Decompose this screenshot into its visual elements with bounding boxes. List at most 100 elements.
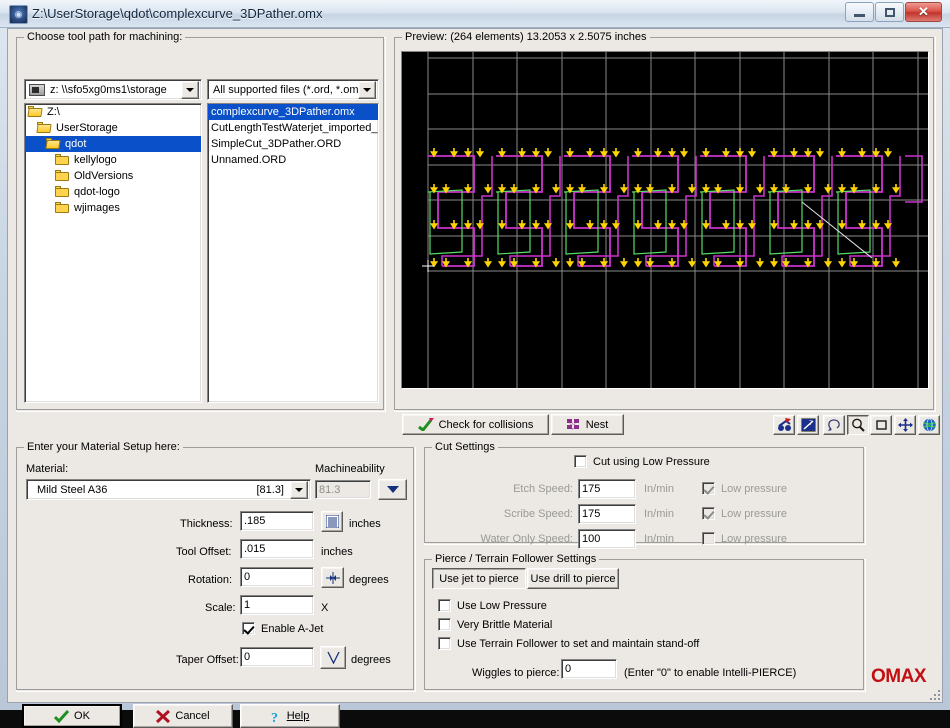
maximize-button[interactable]	[875, 2, 904, 22]
cut-row-label: Water Only Speed:	[8, 533, 573, 545]
wiggles-field[interactable]: 0	[561, 659, 617, 679]
cut-row-value[interactable]: 175	[578, 479, 636, 499]
nest-icon: ☼	[567, 418, 581, 431]
low-pressure-checkbox[interactable]	[702, 532, 715, 545]
cut-row-low-pressure[interactable]: Low pressure	[702, 482, 787, 495]
pierce-check-label: Use Terrain Follower to set and maintain…	[457, 638, 699, 650]
use-jet-to-pierce-button[interactable]: Use jet to pierce	[432, 568, 526, 589]
low-pressure-checkbox[interactable]	[702, 482, 715, 495]
chevron-down-icon[interactable]	[181, 81, 199, 99]
zoom-window-icon	[874, 418, 889, 432]
enable-ajet-label: Enable A-Jet	[261, 623, 323, 635]
material-label: Material:	[26, 463, 68, 475]
rotation-field[interactable]: 0	[240, 567, 314, 587]
folder-icon	[55, 170, 70, 182]
tree-item-label: qdot	[65, 136, 86, 152]
align-rotate-icon	[326, 572, 340, 584]
enable-ajet-row[interactable]: Enable A-Jet	[242, 622, 323, 635]
tree-item-z[interactable]: Z:\	[25, 104, 201, 120]
taper-offset-units: degrees	[351, 654, 391, 666]
drive-combo[interactable]: z: \\sfo5xg0ms1\storage	[24, 79, 202, 100]
chevron-down-icon[interactable]	[358, 81, 376, 99]
file-list[interactable]: complexcurve_3DPather.omxCutLengthTestWa…	[207, 103, 379, 403]
tree-item-label: qdot-logo	[74, 184, 120, 200]
tree-item-label: UserStorage	[56, 120, 118, 136]
application-window: ◉ Z:\UserStorage\qdot\complexcurve_3DPat…	[0, 0, 950, 710]
tree-item-oldversions[interactable]: OldVersions	[25, 168, 201, 184]
cut-row-label: Etch Speed:	[8, 483, 573, 495]
close-button[interactable]: ✕	[905, 2, 942, 22]
tree-item-kellylogo[interactable]: kellylogo	[25, 152, 201, 168]
taper-v-button[interactable]	[320, 646, 346, 669]
pierce-check-row[interactable]: Use Low Pressure	[438, 599, 547, 612]
preview-canvas[interactable]	[401, 51, 929, 389]
folder-icon	[46, 138, 61, 150]
minimize-button[interactable]	[845, 2, 874, 22]
folder-icon	[55, 202, 70, 214]
omax-app-icon: ◉	[9, 5, 28, 24]
zoom-window-icon-button[interactable]	[870, 415, 892, 435]
list-item[interactable]: complexcurve_3DPather.omx	[208, 104, 378, 120]
use-drill-to-pierce-button[interactable]: Use drill to pierce	[527, 568, 619, 589]
scale-field[interactable]: 1	[240, 595, 314, 615]
globe-view-icon-button[interactable]	[918, 415, 940, 435]
cut-row-low-pressure[interactable]: Low pressure	[702, 507, 787, 520]
cut-row-value[interactable]: 175	[578, 504, 636, 524]
cut-low-pressure-checkbox[interactable]	[574, 455, 587, 468]
pan-icon-button[interactable]	[894, 415, 916, 435]
pierce-checkbox[interactable]	[438, 599, 451, 612]
check-icon	[54, 710, 69, 723]
taper-offset-field[interactable]: 0	[240, 647, 314, 667]
pan-icon	[898, 418, 913, 432]
quality-icon-button[interactable]: 7	[797, 415, 819, 435]
zoom-icon	[851, 418, 866, 432]
check-collisions-button[interactable]: Check for collisions	[402, 414, 549, 435]
tree-item-qdotlogo[interactable]: qdot-logo	[25, 184, 201, 200]
nest-button[interactable]: ☼ Nest	[551, 414, 624, 435]
tree-item-userstorage[interactable]: UserStorage	[25, 120, 201, 136]
pierce-check-row[interactable]: Very Brittle Material	[438, 618, 552, 631]
pierce-checkbox[interactable]	[438, 618, 451, 631]
help-button[interactable]: ? Help	[240, 704, 340, 728]
check-collisions-label: Check for collisions	[439, 419, 534, 431]
cut-low-pressure-row[interactable]: Cut using Low Pressure	[574, 455, 710, 468]
low-pressure-label: Low pressure	[721, 483, 787, 495]
material-group-title: Enter your Material Setup here:	[24, 441, 183, 453]
zoom-icon-button[interactable]	[847, 415, 869, 435]
cancel-label: Cancel	[175, 710, 209, 722]
tree-item-qdot[interactable]: qdot	[25, 136, 201, 152]
list-item[interactable]: SimpleCut_3DPather.ORD	[208, 136, 378, 152]
ok-button[interactable]: OK	[22, 704, 122, 728]
pierce-checkbox[interactable]	[438, 637, 451, 650]
pierce-settings-title: Pierce / Terrain Follower Settings	[432, 553, 599, 565]
tree-item-wjimages[interactable]: wjimages	[25, 200, 201, 216]
scale-label: Scale:	[205, 602, 236, 614]
lasso-select-icon-button[interactable]	[823, 415, 845, 435]
folder-tree[interactable]: Z:\UserStorageqdotkellylogoOldVersionsqd…	[24, 103, 202, 403]
cleanup-icon-button[interactable]	[773, 415, 795, 435]
enable-ajet-checkbox[interactable]	[242, 622, 255, 635]
taper-v-icon	[326, 651, 341, 664]
tool-offset-units: inches	[321, 546, 353, 558]
tree-item-label: OldVersions	[74, 168, 133, 184]
tree-item-label: kellylogo	[74, 152, 117, 168]
list-item[interactable]: Unnamed.ORD	[208, 152, 378, 168]
cut-row-value[interactable]: 100	[578, 529, 636, 549]
toolpath-group-title: Choose tool path for machining:	[24, 31, 185, 43]
drive-combo-value: z: \\sfo5xg0ms1\storage	[45, 84, 181, 96]
wiggles-hint: (Enter "0" to enable Intelli-PIERCE)	[624, 667, 796, 679]
cancel-button[interactable]: Cancel	[133, 704, 233, 728]
low-pressure-checkbox[interactable]	[702, 507, 715, 520]
tree-item-label: Z:\	[47, 104, 60, 120]
align-rotate-button[interactable]	[321, 567, 344, 588]
pierce-check-row[interactable]: Use Terrain Follower to set and maintain…	[438, 637, 699, 650]
title-bar: ◉ Z:\UserStorage\qdot\complexcurve_3DPat…	[0, 0, 950, 28]
resize-grip[interactable]	[926, 686, 940, 700]
quality-icon: 7	[801, 418, 816, 432]
cut-settings-title: Cut Settings	[432, 441, 498, 453]
file-filter-combo[interactable]: All supported files (*.ord, *.omx)	[207, 79, 379, 100]
list-item[interactable]: CutLengthTestWaterjet_imported_ai.	[208, 120, 378, 136]
window-title: Z:\UserStorage\qdot\complexcurve_3DPathe…	[32, 4, 322, 23]
nest-label: Nest	[586, 419, 609, 431]
cut-row-low-pressure[interactable]: Low pressure	[702, 532, 787, 545]
